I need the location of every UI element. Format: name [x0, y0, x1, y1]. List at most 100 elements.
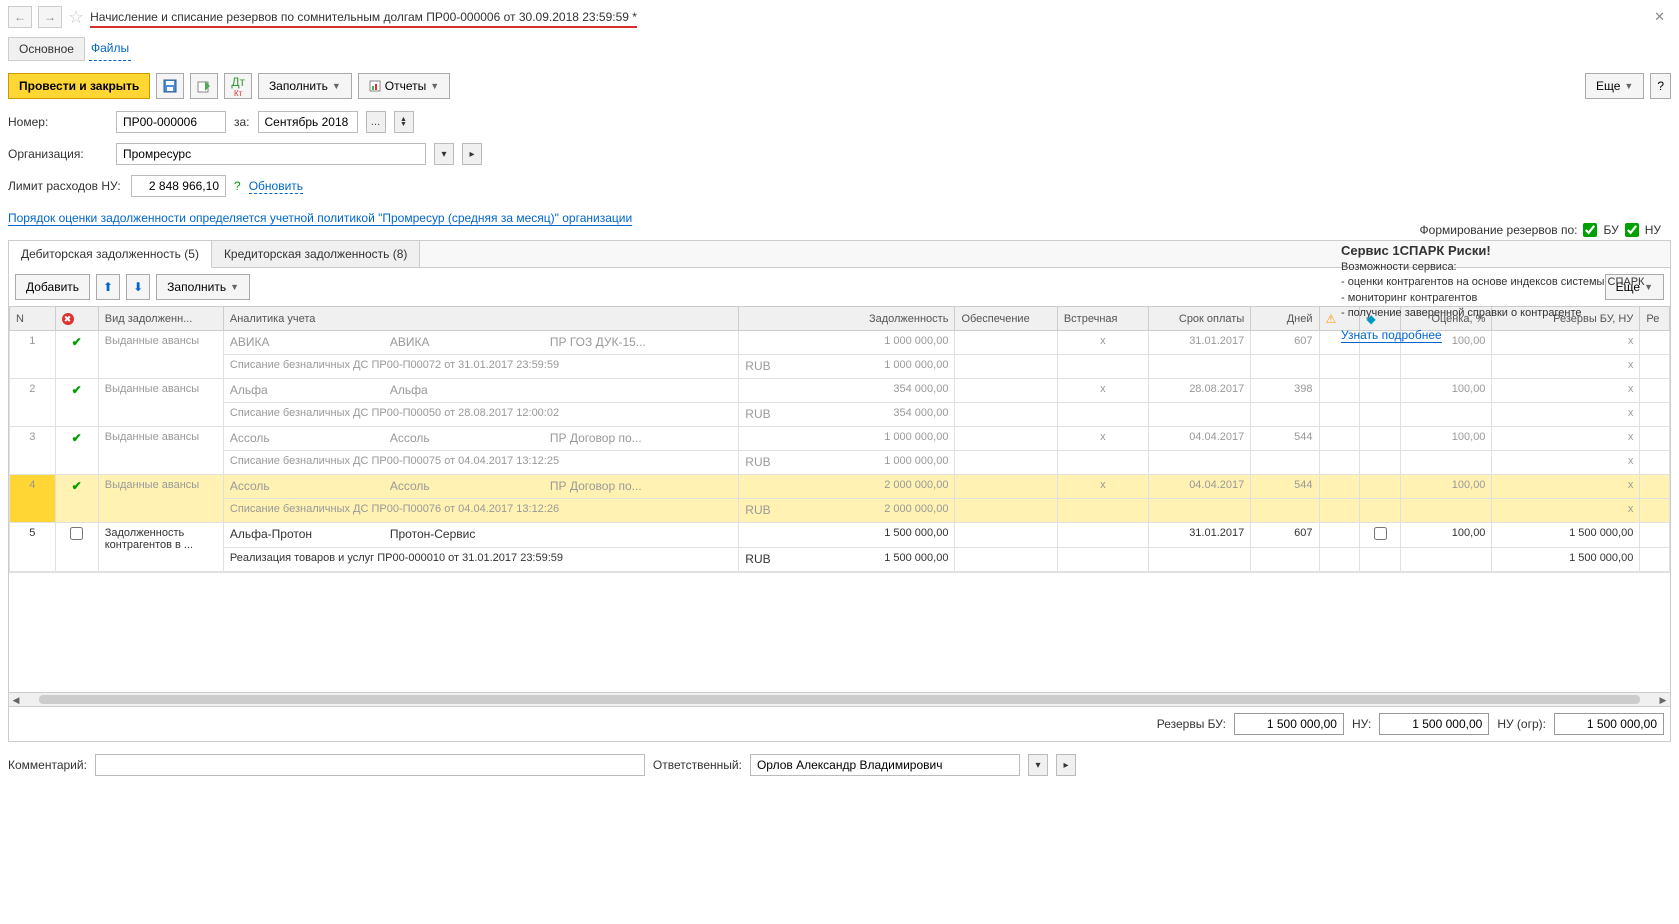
col-analytics[interactable]: Аналитика учета — [223, 307, 738, 331]
nav-tab-main[interactable]: Основное — [8, 37, 85, 61]
org-label: Организация: — [8, 147, 108, 161]
responsible-open-button[interactable]: ▸ — [1056, 754, 1076, 776]
cell-spark[interactable] — [1360, 379, 1401, 403]
cell-currency: RUB1 500 000,00 — [739, 548, 955, 572]
cell-spark[interactable] — [1360, 427, 1401, 451]
save-button[interactable] — [156, 73, 184, 99]
for-label: за: — [234, 115, 250, 129]
service-title: Сервис 1СПАРК Риски! — [1341, 243, 1661, 258]
more-button[interactable]: Еще ▼ — [1585, 73, 1644, 99]
tab-creditors[interactable]: Кредиторская задолженность (8) — [212, 241, 420, 267]
period-select-button[interactable]: … — [366, 111, 386, 133]
cell-days: 607 — [1251, 523, 1319, 548]
cell-counter: x — [1057, 475, 1148, 499]
total-nuo-field[interactable] — [1554, 713, 1664, 735]
nav-forward-button[interactable]: → — [38, 6, 62, 28]
cell-n: 3 — [10, 427, 56, 475]
nu-checkbox[interactable] — [1625, 223, 1639, 237]
fill-rows-button[interactable]: Заполнить ▼ — [156, 274, 250, 300]
col-security[interactable]: Обеспечение — [955, 307, 1057, 331]
cell-doc: Списание безналичных ДС ПР00-П00050 от 2… — [223, 403, 738, 427]
col-counter[interactable]: Встречная — [1057, 307, 1148, 331]
nu-label: НУ — [1645, 223, 1661, 237]
cell-check[interactable]: ✔ — [55, 427, 98, 475]
table-row-sub[interactable]: Списание безналичных ДС ПР00-П00075 от 0… — [10, 451, 1670, 475]
period-field[interactable] — [258, 111, 358, 133]
table-row[interactable]: 2 ✔ Выданные авансы АльфаАльфа 354 000,0… — [10, 379, 1670, 403]
cell-spark[interactable] — [1360, 523, 1401, 548]
cell-doc: Реализация товаров и услуг ПР00-000010 о… — [223, 548, 738, 572]
total-nu-field[interactable] — [1379, 713, 1489, 735]
favorite-star-icon[interactable]: ☆ — [68, 7, 84, 28]
comment-label: Комментарий: — [8, 758, 87, 772]
limit-label: Лимит расходов НУ: — [8, 179, 123, 193]
responsible-field[interactable] — [750, 754, 1020, 776]
cell-check[interactable]: ✔ — [55, 379, 98, 427]
cell-type: Выданные авансы — [98, 379, 223, 427]
refresh-link[interactable]: Обновить — [249, 179, 303, 194]
move-down-button[interactable]: ⬇ — [126, 274, 150, 300]
page-title: Начисление и списание резервов по сомнит… — [90, 6, 1642, 28]
reports-button[interactable]: Отчеты ▼ — [358, 73, 450, 99]
fill-button[interactable]: Заполнить ▼ — [258, 73, 352, 99]
cell-analytics: АВИКААВИКАПР ГОЗ ДУК-15... — [223, 331, 738, 355]
total-bu-field[interactable] — [1234, 713, 1344, 735]
spark-checkbox[interactable] — [1374, 527, 1387, 540]
cell-currency: RUB1 000 000,00 — [739, 355, 955, 379]
number-field[interactable] — [116, 111, 226, 133]
horizontal-scrollbar[interactable]: ◀ ▶ — [9, 692, 1670, 706]
cell-reserve: 1 500 000,00 — [1492, 523, 1640, 548]
post-and-close-button[interactable]: Провести и закрыть — [8, 73, 150, 99]
add-row-button[interactable]: Добавить — [15, 274, 90, 300]
table-row[interactable]: 5 Задолженность контрагентов в ... Альфа… — [10, 523, 1670, 548]
limit-field[interactable] — [131, 175, 226, 197]
comment-field[interactable] — [95, 754, 645, 776]
cell-counter: x — [1057, 331, 1148, 355]
service-more-link[interactable]: Узнать подробнее — [1341, 328, 1442, 343]
cell-check[interactable]: ✔ — [55, 331, 98, 379]
move-up-button[interactable]: ⬆ — [96, 274, 120, 300]
table-row-sub[interactable]: Списание безналичных ДС ПР00-П00076 от 0… — [10, 499, 1670, 523]
table-row[interactable]: 4 ✔ Выданные авансы АссольАссольПР Догов… — [10, 475, 1670, 499]
org-open-button[interactable]: ▸ — [462, 143, 482, 165]
col-date[interactable]: Срок оплаты — [1148, 307, 1250, 331]
tab-debitors[interactable]: Дебиторская задолженность (5) — [9, 241, 212, 268]
nav-back-button[interactable]: ← — [8, 6, 32, 28]
responsible-dropdown-button[interactable]: ▾ — [1028, 754, 1048, 776]
help-button[interactable]: ? — [1650, 73, 1671, 99]
exclude-icon: ✖ — [62, 313, 74, 325]
cell-estimate: 100,00 — [1401, 379, 1492, 403]
policy-link[interactable]: Порядок оценки задолженности определяетс… — [8, 211, 632, 226]
post-button[interactable] — [190, 73, 218, 99]
cell-re — [1640, 427, 1670, 451]
cell-days: 607 — [1251, 331, 1319, 355]
dtkt-button[interactable]: ДтКт — [224, 73, 252, 99]
col-days[interactable]: Дней — [1251, 307, 1319, 331]
table-row-sub[interactable]: Списание безналичных ДС ПР00-П00050 от 2… — [10, 403, 1670, 427]
cell-check[interactable]: ✔ — [55, 475, 98, 523]
cell-doc: Списание безналичных ДС ПР00-П00076 от 0… — [223, 499, 738, 523]
col-debt[interactable]: Задолженность — [739, 307, 955, 331]
cell-spark[interactable] — [1360, 475, 1401, 499]
org-dropdown-button[interactable]: ▾ — [434, 143, 454, 165]
cell-doc: Списание безналичных ДС ПР00-П00072 от 3… — [223, 355, 738, 379]
row-checkbox[interactable] — [70, 527, 83, 540]
col-type[interactable]: Вид задолженн... — [98, 307, 223, 331]
post-icon — [197, 79, 211, 93]
table-row[interactable]: 3 ✔ Выданные авансы АссольАссольПР Догов… — [10, 427, 1670, 451]
bu-checkbox[interactable] — [1583, 223, 1597, 237]
col-n[interactable]: N — [10, 307, 56, 331]
cell-check[interactable] — [55, 523, 98, 572]
period-spinner-button[interactable]: ▲▼ — [394, 111, 414, 133]
table-row-sub[interactable]: Реализация товаров и услуг ПР00-000010 о… — [10, 548, 1670, 572]
org-field[interactable] — [116, 143, 426, 165]
cell-days: 544 — [1251, 475, 1319, 499]
cell-re — [1640, 523, 1670, 548]
col-exclude[interactable]: ✖ — [55, 307, 98, 331]
close-icon[interactable]: ✕ — [1648, 9, 1671, 25]
limit-help-icon[interactable]: ? — [234, 179, 241, 193]
table-row-sub[interactable]: Списание безналичных ДС ПР00-П00072 от 3… — [10, 355, 1670, 379]
cell-amount: 1 000 000,00 — [739, 331, 955, 355]
nav-tab-files[interactable]: Файлы — [89, 37, 131, 61]
cell-reserve: x — [1492, 427, 1640, 451]
